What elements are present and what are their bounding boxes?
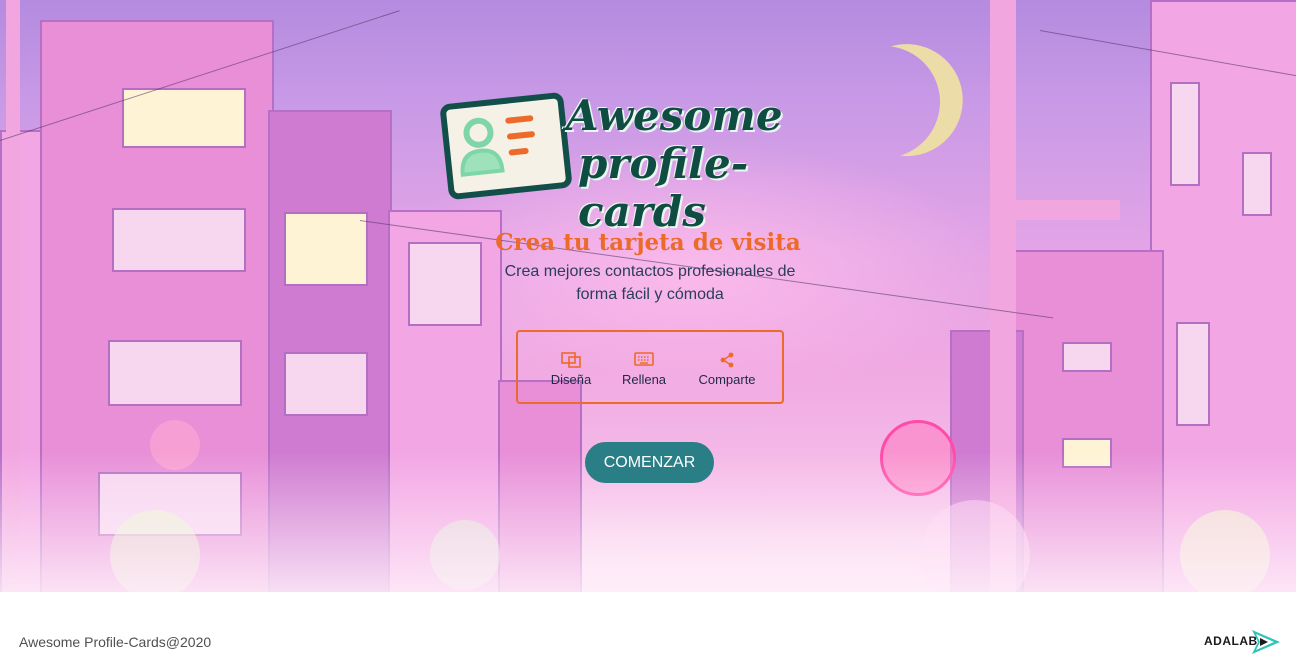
step-design: Diseña [548,352,594,387]
building-window [1242,152,1272,216]
id-card-icon [439,91,573,201]
app-logo: Awesome profile-cards [439,91,860,236]
profile-icon [460,115,535,177]
hero-headline: Crea tu tarjeta de visita [495,229,801,256]
play-arrow-icon [1252,630,1280,654]
step-fill: Rellena [618,352,670,387]
layout-icon [548,352,594,370]
utility-pole [1010,200,1120,220]
steps-box: Diseña Rellena Comparte [516,330,784,404]
share-icon [694,352,760,370]
logo-title-line1: Awesome [566,91,783,140]
logo-title-line2: profile-cards [578,139,749,236]
step-share: Comparte [694,352,760,387]
building-window [122,88,246,148]
footer-copyright: Awesome Profile-Cards@2020 [19,634,212,650]
building-window [1062,342,1112,372]
building-window [108,340,242,406]
logo-title: Awesome profile-cards [566,92,866,236]
start-button[interactable]: COMENZAR [585,442,714,483]
keyboard-icon [618,352,670,370]
building-window [1170,82,1200,186]
step-design-label: Diseña [550,372,592,387]
step-fill-label: Rellena [621,372,667,387]
building-window [1176,322,1210,426]
adalab-logo[interactable]: ADALAB [1204,628,1284,654]
building-window [284,352,368,416]
page-footer: Awesome Profile-Cards@2020 ADALAB [0,592,1296,669]
step-share-label: Comparte [698,372,756,387]
hero-subheadline: Crea mejores contactos profesionales de … [504,263,796,303]
hero-section: Awesome profile-cards Crea tu tarjeta de… [0,0,1296,592]
